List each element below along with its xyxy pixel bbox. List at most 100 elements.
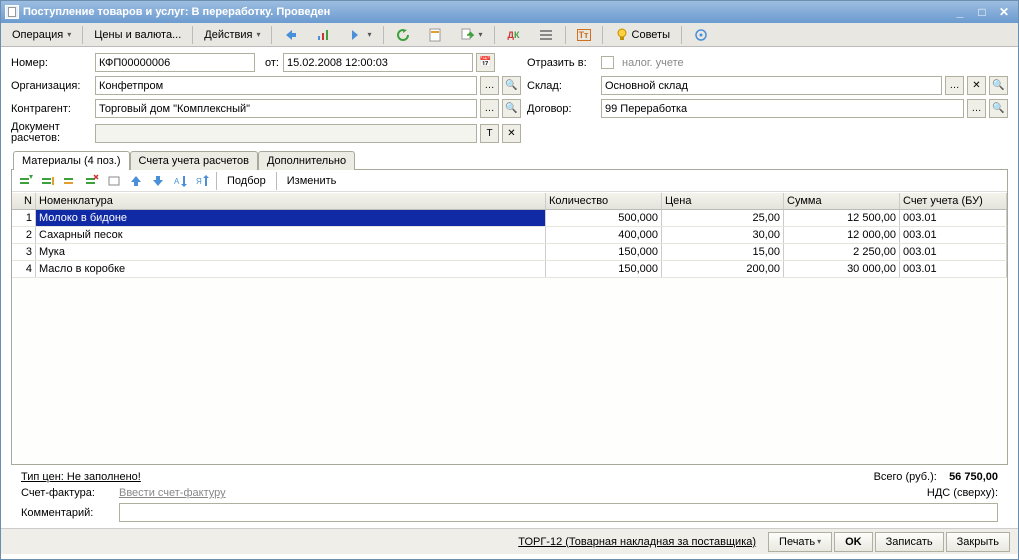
change-button[interactable]: Изменить [281, 172, 343, 190]
chevron-down-icon: ▾ [479, 30, 483, 39]
pick-label: Подбор [227, 175, 266, 187]
tb-list[interactable] [531, 25, 561, 45]
contr-input[interactable]: Торговый дом "Комплексный" [95, 99, 477, 118]
sheet-go-icon [459, 27, 475, 43]
sort-desc-button[interactable]: Я [192, 172, 212, 190]
contract-open-button[interactable]: 🔍 [989, 99, 1008, 118]
number-input[interactable]: КФП00000006 [95, 53, 255, 72]
tb-chart-icon[interactable] [308, 25, 338, 45]
tb-nav-back[interactable] [276, 25, 306, 45]
torg12-link[interactable]: ТОРГ-12 (Товарная накладная за поставщик… [518, 536, 756, 548]
docpay-clear-button[interactable]: ✕ [502, 124, 521, 143]
col-sum[interactable]: Сумма [784, 193, 900, 209]
close-window-button[interactable]: ✕ [994, 4, 1014, 20]
contract-select-button[interactable]: … [967, 99, 986, 118]
sort-asc-button[interactable]: A [170, 172, 190, 190]
grid-header: N Номенклатура Количество Цена Сумма Сче… [12, 192, 1007, 210]
tb-tt[interactable]: Tт [570, 25, 598, 45]
row-delete-button[interactable] [82, 172, 102, 190]
stock-input[interactable]: Основной склад [601, 76, 942, 95]
tab-materials-label: Материалы (4 поз.) [22, 155, 121, 167]
col-num[interactable]: N [12, 193, 36, 209]
total-label: Всего (руб.): [874, 471, 937, 483]
cell-sum: 12 000,00 [784, 227, 900, 243]
tb-refresh[interactable] [388, 25, 418, 45]
tb-nav-dropdown[interactable]: ▾ [340, 25, 378, 45]
contr-open-button[interactable]: 🔍 [502, 99, 521, 118]
arrow-up-icon [128, 173, 144, 189]
docpay-t-button[interactable]: T [480, 124, 499, 143]
summary-row: Тип цен: Не заполнено! Всего (руб.): 56 … [11, 465, 1008, 485]
contract-input[interactable]: 99 Переработка [601, 99, 964, 118]
stock-label: Склад: [527, 80, 597, 92]
col-name[interactable]: Номенклатура [36, 193, 546, 209]
date-input[interactable]: 15.02.2008 12:00:03 [283, 53, 473, 72]
cell-qty: 150,000 [546, 244, 662, 260]
target-icon [693, 27, 709, 43]
refresh-icon [395, 27, 411, 43]
invoice-link[interactable]: Ввести счет-фактуру [119, 487, 226, 499]
cell-acc: 003.01 [900, 261, 1007, 277]
operation-menu[interactable]: Операция▾ [5, 25, 78, 45]
button-bar: ТОРГ-12 (Товарная накладная за поставщик… [1, 528, 1018, 554]
toolbar-separator [565, 26, 566, 44]
row-edit-button[interactable] [60, 172, 80, 190]
tab-materials[interactable]: Материалы (4 поз.) [13, 151, 130, 170]
contr-select-button[interactable]: … [480, 99, 499, 118]
close-button[interactable]: Закрыть [946, 532, 1010, 552]
minimize-button[interactable]: _ [950, 4, 970, 20]
org-input[interactable]: Конфетпром [95, 76, 477, 95]
tax-checkbox[interactable] [601, 56, 614, 69]
actions-menu[interactable]: Действия▾ [197, 25, 267, 45]
col-acc[interactable]: Счет учета (БУ) [900, 193, 1007, 209]
list-icon [538, 27, 554, 43]
tb-sheet-dropdown[interactable]: ▾ [452, 25, 490, 45]
cell-price: 30,00 [662, 227, 784, 243]
col-price[interactable]: Цена [662, 193, 784, 209]
pick-button[interactable]: Подбор [221, 172, 272, 190]
print-button[interactable]: Печать▾ [768, 532, 832, 552]
titlebar: Поступление товаров и услуг: В переработ… [1, 1, 1018, 23]
price-type-link[interactable]: Тип цен: Не заполнено! [21, 471, 141, 483]
cell-qty: 400,000 [546, 227, 662, 243]
tb-sheet[interactable] [420, 25, 450, 45]
docpay-input[interactable] [95, 124, 477, 143]
advice-button[interactable]: Советы [607, 25, 677, 45]
row-add-button[interactable] [16, 172, 36, 190]
tab-additional[interactable]: Дополнительно [258, 151, 355, 170]
stock-clear-button[interactable]: ✕ [967, 76, 986, 95]
invoice-label: Счет-фактура: [21, 487, 111, 499]
stock-select-button[interactable]: … [945, 76, 964, 95]
tb-target[interactable] [686, 25, 716, 45]
docpay-label: Документ расчетов: [11, 122, 91, 144]
table-row[interactable]: 1Молоко в бидоне500,00025,0012 500,00003… [12, 210, 1007, 227]
org-select-button[interactable]: … [480, 76, 499, 95]
org-value: Конфетпром [99, 80, 163, 92]
materials-grid[interactable]: N Номенклатура Количество Цена Сумма Сче… [12, 192, 1007, 464]
calendar-button[interactable]: 📅 [476, 53, 495, 72]
col-qty[interactable]: Количество [546, 193, 662, 209]
ok-button[interactable]: OK [834, 532, 873, 552]
bulb-icon [614, 27, 630, 43]
toolbar-separator [602, 26, 603, 44]
table-row[interactable]: 3Мука150,00015,002 250,00003.01 [12, 244, 1007, 261]
maximize-button[interactable]: □ [972, 4, 992, 20]
save-button[interactable]: Записать [875, 532, 944, 552]
table-row[interactable]: 4Масло в коробке150,000200,0030 000,0000… [12, 261, 1007, 278]
tt-icon: Tт [577, 29, 591, 41]
row-copy-button[interactable] [38, 172, 58, 190]
tb-dk[interactable]: ДК [499, 25, 529, 45]
prices-button[interactable]: Цены и валюта... [87, 25, 188, 45]
org-open-button[interactable]: 🔍 [502, 76, 521, 95]
tab-row: Материалы (4 поз.) Счета учета расчетов … [11, 150, 1008, 169]
row-move-up-button[interactable] [126, 172, 146, 190]
table-row[interactable]: 2Сахарный песок400,00030,0012 000,00003.… [12, 227, 1007, 244]
comment-input[interactable] [119, 503, 998, 522]
stock-open-button[interactable]: 🔍 [989, 76, 1008, 95]
row-clear-button[interactable] [104, 172, 124, 190]
magnifier-icon: 🔍 [505, 80, 517, 91]
chevron-down-icon: ▾ [256, 30, 260, 39]
tab-accounts[interactable]: Счета учета расчетов [130, 151, 258, 170]
magnifier-icon: 🔍 [505, 103, 517, 114]
row-move-down-button[interactable] [148, 172, 168, 190]
